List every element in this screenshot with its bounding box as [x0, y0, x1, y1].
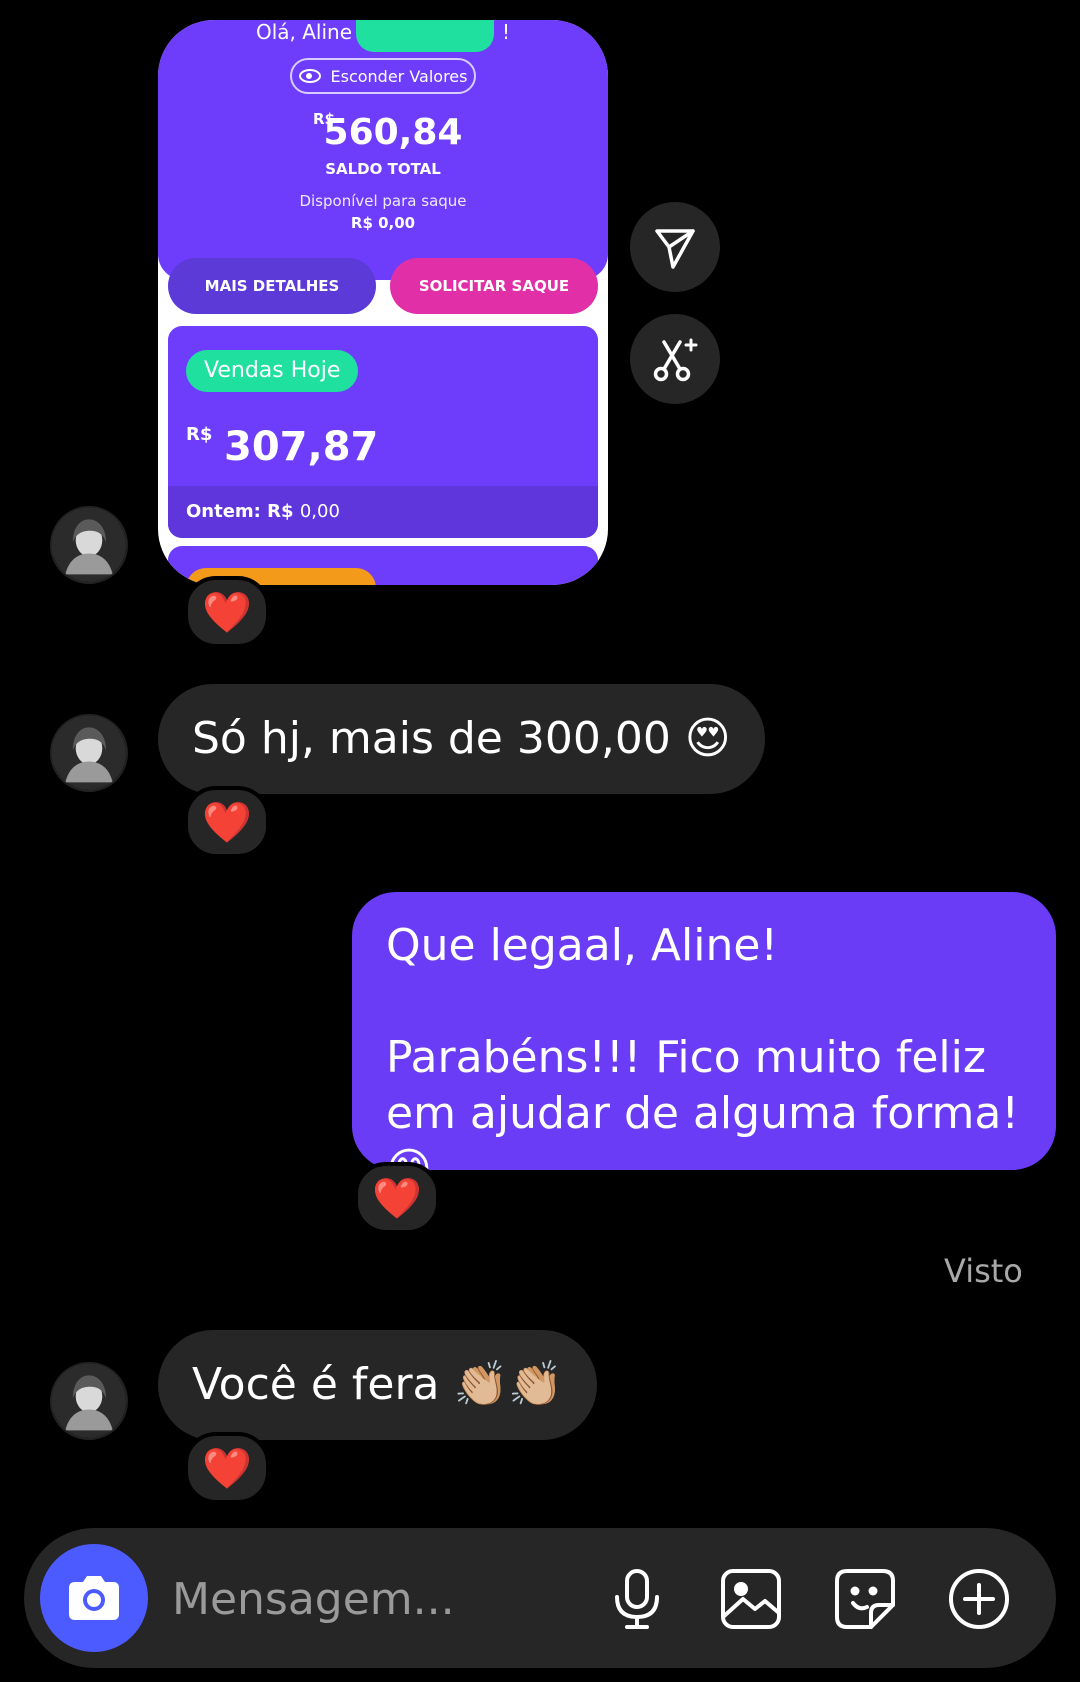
withdraw-button: SOLICITAR SAQUE	[390, 258, 598, 314]
paper-plane-icon	[655, 229, 695, 269]
heart-icon: ❤️	[202, 799, 252, 846]
sticker-button[interactable]	[832, 1566, 898, 1632]
gallery-button[interactable]	[718, 1566, 784, 1632]
image-icon	[721, 1569, 781, 1629]
message-line: Parabéns!!! Fico muito feliz em ajudar d…	[386, 1032, 1019, 1195]
contact-avatar[interactable]	[50, 506, 128, 584]
heart-icon: ❤️	[202, 589, 252, 636]
share-button[interactable]	[630, 202, 720, 292]
camera-button[interactable]	[40, 1544, 148, 1652]
plus-button[interactable]	[946, 1566, 1012, 1632]
balance-header: Olá, Aline! Esconder Valores R$ 560,84 S…	[158, 20, 608, 280]
seen-status: Visto	[944, 1252, 1023, 1290]
balance-label: SALDO TOTAL	[325, 160, 441, 178]
reaction-heart[interactable]: ❤️	[184, 576, 270, 648]
eye-icon	[298, 69, 321, 83]
yesterday-label: Ontem: R$	[186, 501, 294, 522]
available-value: R$ 0,00	[350, 214, 416, 232]
available-label: Disponível para saque	[299, 192, 467, 210]
camera-icon	[69, 1576, 119, 1620]
message-bubble-incoming[interactable]: Você é fera 👏🏼👏🏼	[158, 1330, 598, 1440]
hide-values-label: Esconder Valores	[330, 66, 468, 86]
message-input[interactable]	[170, 1558, 594, 1640]
plus-circle-icon	[949, 1569, 1009, 1629]
sticker-icon	[835, 1569, 895, 1629]
balance-value: 560,84	[323, 112, 463, 153]
hide-values-button: Esconder Valores	[290, 58, 476, 94]
scissors-sparkle-icon	[653, 338, 698, 382]
microphone-button[interactable]	[604, 1566, 670, 1632]
message-bubble-outgoing[interactable]: Que legaal, Aline! Parabéns!!! Fico muit…	[352, 892, 1056, 1195]
message-bubble-incoming[interactable]: Só hj, mais de 300,00 😍	[158, 684, 765, 794]
message-composer	[24, 1528, 1056, 1668]
reaction-heart[interactable]: ❤️	[354, 1162, 440, 1234]
contact-avatar[interactable]	[50, 1362, 128, 1440]
contact-avatar[interactable]	[50, 714, 128, 792]
sales-today-badge: Vendas Hoje	[186, 350, 359, 392]
redaction-mask	[356, 20, 494, 52]
reaction-heart[interactable]: ❤️	[184, 786, 270, 858]
microphone-icon	[615, 1569, 659, 1629]
reaction-heart[interactable]: ❤️	[184, 1432, 270, 1504]
yesterday-value: 0,00	[299, 501, 340, 522]
sales-currency: R$	[186, 424, 213, 445]
sales-value: 307,87	[224, 424, 379, 470]
sales-today-card: Vendas Hoje R$ 307,87 Ontem: R$ 0,00	[168, 326, 598, 538]
shared-screenshot[interactable]: Olá, Aline! Esconder Valores R$ 560,84 S…	[158, 20, 608, 585]
ai-edit-button[interactable]	[630, 314, 720, 404]
yesterday-row: Ontem: R$ 0,00	[168, 486, 598, 538]
details-button: MAIS DETALHES	[168, 258, 376, 314]
heart-icon: ❤️	[372, 1175, 422, 1222]
heart-icon: ❤️	[202, 1445, 252, 1492]
message-line: Que legaal, Aline!	[386, 920, 779, 971]
